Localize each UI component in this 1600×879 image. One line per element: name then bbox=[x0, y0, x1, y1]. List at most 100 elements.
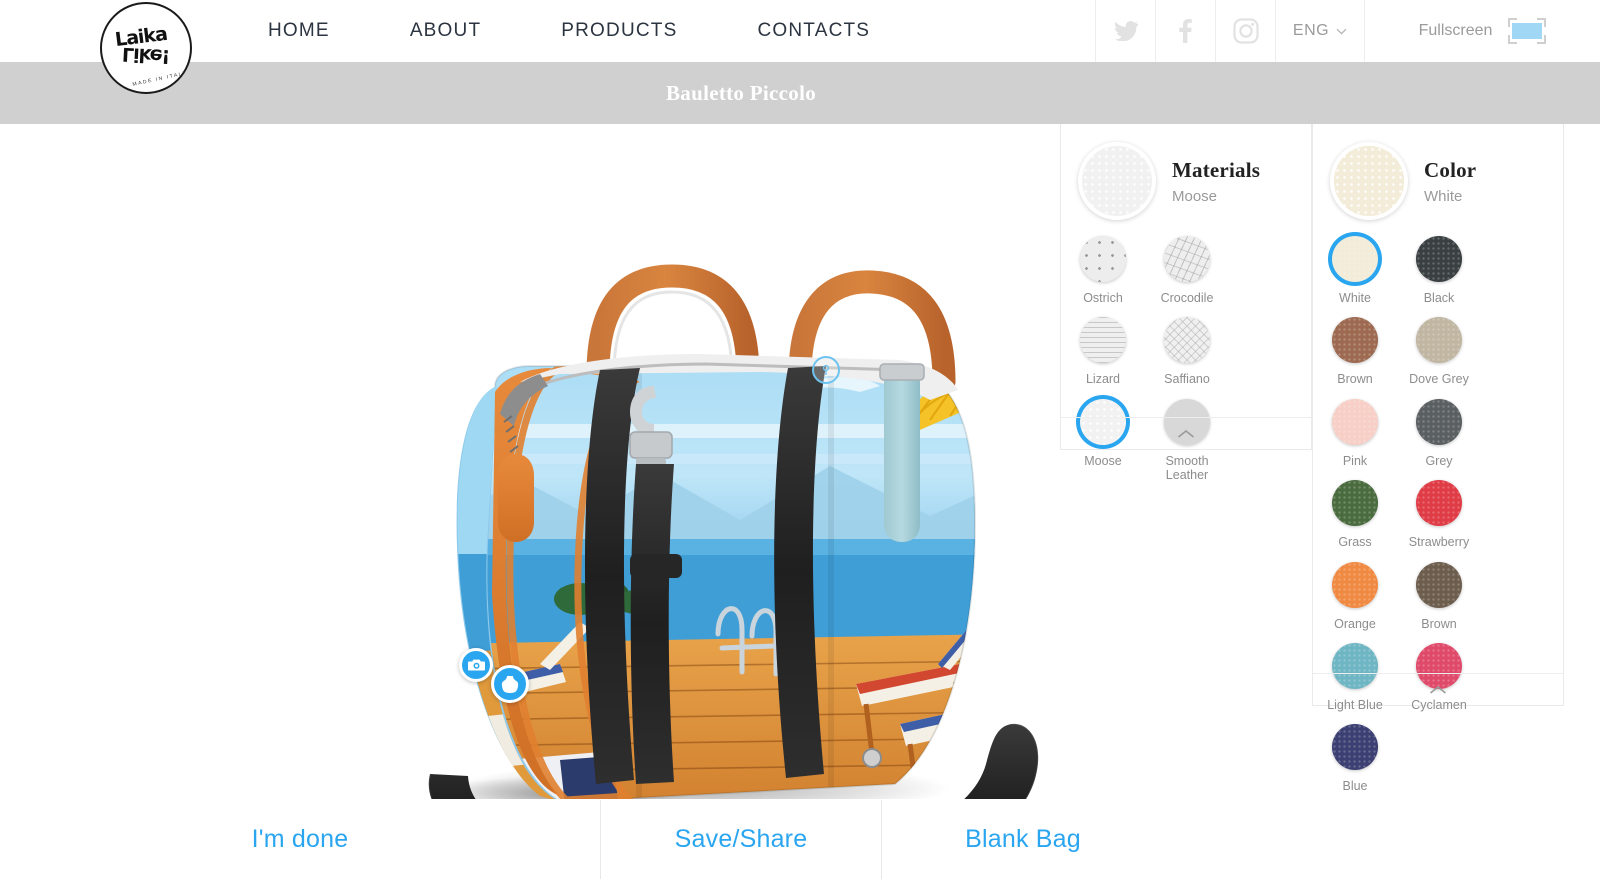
color-selected-label: White bbox=[1424, 187, 1463, 205]
logo-circle: Laika Like! MADE IN ITALY bbox=[100, 2, 192, 94]
color-panel-header: Color White bbox=[1313, 124, 1563, 230]
product-stage[interactable] bbox=[0, 124, 1060, 799]
facebook-link[interactable] bbox=[1155, 0, 1215, 62]
swatch bbox=[1332, 236, 1378, 282]
color-option-black[interactable]: Black bbox=[1397, 236, 1481, 305]
swatch-label: Lizard bbox=[1085, 372, 1121, 387]
facebook-icon bbox=[1179, 19, 1192, 43]
nav-item-about[interactable]: ABOUT bbox=[410, 20, 481, 42]
swatch-label: Black bbox=[1423, 291, 1455, 305]
swatch bbox=[1080, 236, 1126, 282]
swatch-label: Smooth Leather bbox=[1165, 453, 1209, 483]
zipper-hotspot[interactable] bbox=[812, 356, 840, 384]
swatch-label: Brown bbox=[1337, 372, 1373, 387]
im-done-button[interactable]: I'm done bbox=[0, 800, 600, 879]
swatch-label: Blue bbox=[1342, 779, 1368, 794]
materials-swatch-grid: Ostrich Crocodile Lizard Saffiano Moose … bbox=[1061, 230, 1311, 495]
camera-hotspot[interactable] bbox=[459, 648, 493, 682]
blank-bag-button[interactable]: Blank Bag bbox=[882, 800, 1164, 879]
twitter-icon bbox=[1114, 21, 1138, 41]
swatch bbox=[1080, 317, 1126, 364]
nav-item-home[interactable]: HOME bbox=[268, 20, 330, 42]
material-hotspot[interactable] bbox=[491, 665, 529, 703]
swatch-label: White bbox=[1339, 291, 1371, 305]
color-swatch-grid: White Black Brown Dove Grey Pink Grey Gr… bbox=[1313, 230, 1563, 806]
language-selector[interactable]: ENG bbox=[1275, 0, 1365, 62]
swatch bbox=[1416, 398, 1462, 445]
top-bar: HOME ABOUT PRODUCTS CONTACTS ENG Fullscr… bbox=[0, 0, 1600, 62]
brand-logo[interactable]: Laika Like! MADE IN ITALY bbox=[100, 2, 192, 94]
instagram-link[interactable] bbox=[1215, 0, 1275, 62]
action-bar: I'm done Save/Share Blank Bag bbox=[0, 800, 1600, 879]
nav-item-contacts[interactable]: CONTACTS bbox=[757, 20, 870, 42]
nav-item-products[interactable]: PRODUCTS bbox=[561, 20, 677, 42]
swatch-label: Crocodile bbox=[1160, 291, 1214, 305]
chevron-down-icon bbox=[1336, 28, 1347, 35]
swatch bbox=[1416, 317, 1462, 364]
swatch bbox=[1332, 398, 1378, 445]
color-option-brown-dark[interactable]: Brown bbox=[1397, 561, 1481, 631]
swatch bbox=[1332, 480, 1378, 527]
swatch-label: Grass bbox=[1338, 535, 1372, 550]
color-option-blue[interactable]: Blue bbox=[1313, 724, 1397, 793]
chevron-up-icon bbox=[1430, 685, 1446, 694]
materials-panel-header: Materials Moose bbox=[1061, 124, 1311, 230]
material-option-saffiano[interactable]: Saffiano bbox=[1145, 317, 1229, 386]
chevron-up-icon bbox=[1178, 429, 1194, 438]
page-title: Bauletto Piccolo bbox=[665, 80, 816, 105]
materials-collapse-button[interactable] bbox=[1061, 417, 1311, 449]
swatch bbox=[1416, 480, 1462, 527]
swatch bbox=[1332, 561, 1378, 608]
materials-title: Materials bbox=[1172, 157, 1261, 182]
swatch bbox=[1332, 724, 1378, 771]
color-option-brown[interactable]: Brown bbox=[1313, 317, 1397, 386]
swatch bbox=[1164, 317, 1210, 364]
color-option-white[interactable]: White bbox=[1313, 236, 1397, 305]
color-current-swatch bbox=[1330, 142, 1408, 220]
logo-made-in: MADE IN ITALY bbox=[131, 70, 189, 88]
material-option-lizard[interactable]: Lizard bbox=[1061, 317, 1145, 386]
bag-icon bbox=[501, 675, 519, 693]
material-option-crocodile[interactable]: Crocodile bbox=[1145, 236, 1229, 305]
swatch bbox=[1416, 561, 1462, 608]
swatch-label: Moose bbox=[1084, 453, 1122, 468]
swatch-label: Ostrich bbox=[1083, 291, 1123, 305]
swatch-label: Saffiano bbox=[1164, 372, 1210, 387]
product-title-bar: Bauletto Piccolo bbox=[0, 62, 1600, 124]
swatch bbox=[1164, 236, 1210, 282]
fullscreen-button[interactable]: Fullscreen bbox=[1365, 0, 1600, 62]
swatch-label: Brown bbox=[1421, 616, 1457, 631]
swatch-label: Grey bbox=[1425, 453, 1453, 468]
camera-icon bbox=[467, 659, 485, 671]
instagram-icon bbox=[1232, 18, 1259, 44]
color-option-strawberry[interactable]: Strawberry bbox=[1397, 480, 1481, 549]
swatch bbox=[1416, 236, 1462, 282]
color-option-pink[interactable]: Pink bbox=[1313, 398, 1397, 468]
color-option-grass[interactable]: Grass bbox=[1313, 480, 1397, 549]
save-share-button[interactable]: Save/Share bbox=[600, 800, 882, 879]
bag-render bbox=[427, 264, 1040, 799]
color-collapse-button[interactable] bbox=[1313, 673, 1563, 705]
materials-panel: Materials Moose Ostrich Crocodile Lizard… bbox=[1060, 124, 1312, 482]
pull-icon bbox=[822, 364, 830, 375]
main-navigation: HOME ABOUT PRODUCTS CONTACTS bbox=[268, 0, 870, 62]
logo-text-secondary: Like! bbox=[121, 42, 170, 68]
swatch-label: Orange bbox=[1334, 616, 1376, 631]
swatch bbox=[1332, 317, 1378, 364]
swatch-label: Dove Grey bbox=[1409, 372, 1469, 387]
color-option-grey[interactable]: Grey bbox=[1397, 398, 1481, 468]
color-option-orange[interactable]: Orange bbox=[1313, 561, 1397, 631]
color-title: Color bbox=[1424, 157, 1477, 182]
fullscreen-icon bbox=[1508, 18, 1547, 44]
swatch-label: Strawberry bbox=[1408, 535, 1470, 550]
materials-selected-label: Moose bbox=[1172, 187, 1218, 205]
color-option-dove-grey[interactable]: Dove Grey bbox=[1397, 317, 1481, 386]
swatch-label: Pink bbox=[1342, 453, 1368, 468]
twitter-link[interactable] bbox=[1095, 0, 1155, 62]
top-bar-right: ENG Fullscreen bbox=[1095, 0, 1600, 62]
language-value: ENG bbox=[1292, 22, 1330, 39]
fullscreen-label: Fullscreen bbox=[1418, 22, 1493, 39]
materials-current-swatch bbox=[1078, 142, 1156, 220]
material-option-ostrich[interactable]: Ostrich bbox=[1061, 236, 1145, 305]
color-panel: Color White White Black Brown Dove Grey … bbox=[1312, 124, 1564, 793]
